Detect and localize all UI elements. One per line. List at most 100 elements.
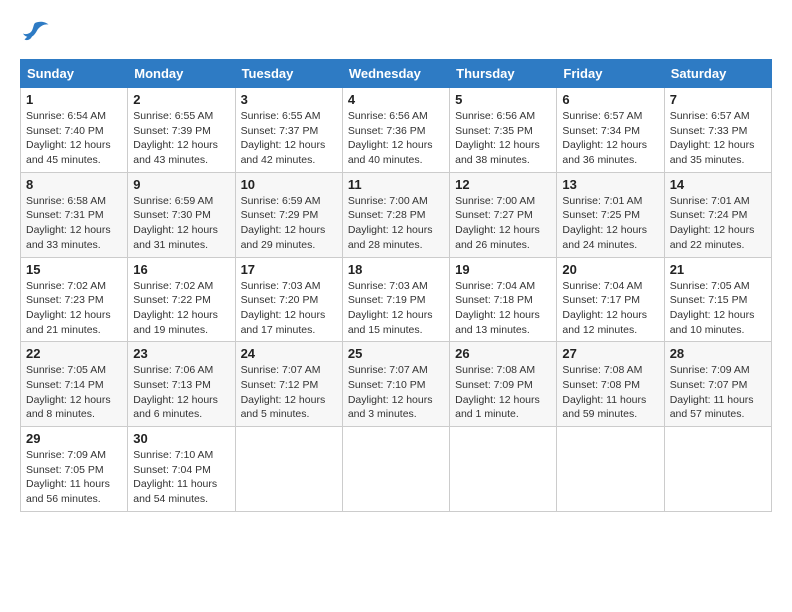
day-info: Sunrise: 7:03 AMSunset: 7:19 PMDaylight:…	[348, 279, 444, 338]
day-info: Sunrise: 7:03 AMSunset: 7:20 PMDaylight:…	[241, 279, 337, 338]
day-info: Sunrise: 6:56 AMSunset: 7:36 PMDaylight:…	[348, 109, 444, 168]
header-thursday: Thursday	[450, 60, 557, 88]
day-number: 18	[348, 262, 444, 277]
day-number: 10	[241, 177, 337, 192]
day-number: 6	[562, 92, 658, 107]
day-cell-26: 26 Sunrise: 7:08 AMSunset: 7:09 PMDayligh…	[450, 342, 557, 427]
day-number: 22	[26, 346, 122, 361]
day-number: 21	[670, 262, 766, 277]
day-cell-7: 7 Sunrise: 6:57 AMSunset: 7:33 PMDaylight…	[664, 88, 771, 173]
day-cell-10: 10 Sunrise: 6:59 AMSunset: 7:29 PMDayligh…	[235, 172, 342, 257]
empty-cell	[450, 427, 557, 512]
day-info: Sunrise: 7:07 AMSunset: 7:12 PMDaylight:…	[241, 363, 337, 422]
empty-cell	[342, 427, 449, 512]
day-cell-17: 17 Sunrise: 7:03 AMSunset: 7:20 PMDayligh…	[235, 257, 342, 342]
day-info: Sunrise: 7:02 AMSunset: 7:23 PMDaylight:…	[26, 279, 122, 338]
calendar-week-4: 22Sunrise: 7:05 AMSunset: 7:14 PMDayligh…	[21, 342, 772, 427]
day-info: Sunrise: 7:09 AMSunset: 7:07 PMDaylight:…	[670, 363, 766, 422]
day-info: Sunrise: 6:57 AMSunset: 7:33 PMDaylight:…	[670, 109, 766, 168]
day-number: 11	[348, 177, 444, 192]
day-cell-13: 13Sunrise: 7:01 AMSunset: 7:25 PMDayligh…	[557, 172, 664, 257]
day-info: Sunrise: 6:58 AMSunset: 7:31 PMDaylight:…	[26, 194, 122, 253]
day-cell-16: 16Sunrise: 7:02 AMSunset: 7:22 PMDayligh…	[128, 257, 235, 342]
day-info: Sunrise: 7:05 AMSunset: 7:15 PMDaylight:…	[670, 279, 766, 338]
day-number: 16	[133, 262, 229, 277]
day-cell-9: 9 Sunrise: 6:59 AMSunset: 7:30 PMDaylight…	[128, 172, 235, 257]
day-number: 7	[670, 92, 766, 107]
day-info: Sunrise: 7:01 AMSunset: 7:24 PMDaylight:…	[670, 194, 766, 253]
day-cell-8: 8Sunrise: 6:58 AMSunset: 7:31 PMDaylight…	[21, 172, 128, 257]
day-info: Sunrise: 7:07 AMSunset: 7:10 PMDaylight:…	[348, 363, 444, 422]
empty-cell	[557, 427, 664, 512]
day-info: Sunrise: 7:00 AMSunset: 7:28 PMDaylight:…	[348, 194, 444, 253]
day-number: 12	[455, 177, 551, 192]
day-info: Sunrise: 6:59 AMSunset: 7:29 PMDaylight:…	[241, 194, 337, 253]
calendar-week-3: 15 Sunrise: 7:02 AMSunset: 7:23 PMDayligh…	[21, 257, 772, 342]
day-info: Sunrise: 6:56 AMSunset: 7:35 PMDaylight:…	[455, 109, 551, 168]
day-cell-11: 11 Sunrise: 7:00 AMSunset: 7:28 PMDayligh…	[342, 172, 449, 257]
day-cell-29: 29 Sunrise: 7:09 AMSunset: 7:05 PMDayligh…	[21, 427, 128, 512]
day-info: Sunrise: 6:55 AMSunset: 7:39 PMDaylight:…	[133, 109, 229, 168]
calendar-week-5: 29 Sunrise: 7:09 AMSunset: 7:05 PMDayligh…	[21, 427, 772, 512]
calendar-week-2: 8Sunrise: 6:58 AMSunset: 7:31 PMDaylight…	[21, 172, 772, 257]
day-info: Sunrise: 6:59 AMSunset: 7:30 PMDaylight:…	[133, 194, 229, 253]
header-friday: Friday	[557, 60, 664, 88]
day-cell-14: 14 Sunrise: 7:01 AMSunset: 7:24 PMDayligh…	[664, 172, 771, 257]
day-info: Sunrise: 7:04 AMSunset: 7:18 PMDaylight:…	[455, 279, 551, 338]
header-saturday: Saturday	[664, 60, 771, 88]
day-number: 2	[133, 92, 229, 107]
calendar-header-row: SundayMondayTuesdayWednesdayThursdayFrid…	[21, 60, 772, 88]
day-number: 24	[241, 346, 337, 361]
day-info: Sunrise: 6:55 AMSunset: 7:37 PMDaylight:…	[241, 109, 337, 168]
day-cell-30: 30Sunrise: 7:10 AMSunset: 7:04 PMDayligh…	[128, 427, 235, 512]
day-cell-28: 28 Sunrise: 7:09 AMSunset: 7:07 PMDayligh…	[664, 342, 771, 427]
day-info: Sunrise: 6:54 AMSunset: 7:40 PMDaylight:…	[26, 109, 122, 168]
empty-cell	[664, 427, 771, 512]
day-info: Sunrise: 7:10 AMSunset: 7:04 PMDaylight:…	[133, 448, 229, 507]
header-tuesday: Tuesday	[235, 60, 342, 88]
day-number: 17	[241, 262, 337, 277]
day-number: 20	[562, 262, 658, 277]
day-cell-12: 12Sunrise: 7:00 AMSunset: 7:27 PMDayligh…	[450, 172, 557, 257]
day-cell-5: 5 Sunrise: 6:56 AMSunset: 7:35 PMDaylight…	[450, 88, 557, 173]
header-monday: Monday	[128, 60, 235, 88]
header	[20, 20, 772, 49]
day-cell-21: 21 Sunrise: 7:05 AMSunset: 7:15 PMDayligh…	[664, 257, 771, 342]
day-number: 15	[26, 262, 122, 277]
day-info: Sunrise: 7:08 AMSunset: 7:08 PMDaylight:…	[562, 363, 658, 422]
day-cell-3: 3 Sunrise: 6:55 AMSunset: 7:37 PMDaylight…	[235, 88, 342, 173]
day-number: 1	[26, 92, 122, 107]
day-number: 4	[348, 92, 444, 107]
day-cell-1: 1 Sunrise: 6:54 AMSunset: 7:40 PMDaylight…	[21, 88, 128, 173]
calendar-week-1: 1 Sunrise: 6:54 AMSunset: 7:40 PMDaylight…	[21, 88, 772, 173]
day-number: 9	[133, 177, 229, 192]
day-cell-25: 25 Sunrise: 7:07 AMSunset: 7:10 PMDayligh…	[342, 342, 449, 427]
day-number: 29	[26, 431, 122, 446]
day-number: 25	[348, 346, 444, 361]
day-cell-24: 24 Sunrise: 7:07 AMSunset: 7:12 PMDayligh…	[235, 342, 342, 427]
day-number: 27	[562, 346, 658, 361]
day-cell-22: 22Sunrise: 7:05 AMSunset: 7:14 PMDayligh…	[21, 342, 128, 427]
day-info: Sunrise: 7:04 AMSunset: 7:17 PMDaylight:…	[562, 279, 658, 338]
logo	[20, 20, 54, 49]
day-number: 5	[455, 92, 551, 107]
day-number: 19	[455, 262, 551, 277]
day-cell-15: 15 Sunrise: 7:02 AMSunset: 7:23 PMDayligh…	[21, 257, 128, 342]
empty-cell	[235, 427, 342, 512]
day-cell-23: 23 Sunrise: 7:06 AMSunset: 7:13 PMDayligh…	[128, 342, 235, 427]
day-number: 13	[562, 177, 658, 192]
day-cell-27: 27 Sunrise: 7:08 AMSunset: 7:08 PMDayligh…	[557, 342, 664, 427]
day-cell-4: 4 Sunrise: 6:56 AMSunset: 7:36 PMDaylight…	[342, 88, 449, 173]
day-number: 28	[670, 346, 766, 361]
day-cell-18: 18 Sunrise: 7:03 AMSunset: 7:19 PMDayligh…	[342, 257, 449, 342]
day-cell-19: 19 Sunrise: 7:04 AMSunset: 7:18 PMDayligh…	[450, 257, 557, 342]
day-info: Sunrise: 6:57 AMSunset: 7:34 PMDaylight:…	[562, 109, 658, 168]
day-number: 23	[133, 346, 229, 361]
day-cell-2: 2 Sunrise: 6:55 AMSunset: 7:39 PMDaylight…	[128, 88, 235, 173]
day-info: Sunrise: 7:08 AMSunset: 7:09 PMDaylight:…	[455, 363, 551, 422]
day-info: Sunrise: 7:06 AMSunset: 7:13 PMDaylight:…	[133, 363, 229, 422]
day-number: 26	[455, 346, 551, 361]
day-info: Sunrise: 7:09 AMSunset: 7:05 PMDaylight:…	[26, 448, 122, 507]
day-number: 3	[241, 92, 337, 107]
day-number: 14	[670, 177, 766, 192]
